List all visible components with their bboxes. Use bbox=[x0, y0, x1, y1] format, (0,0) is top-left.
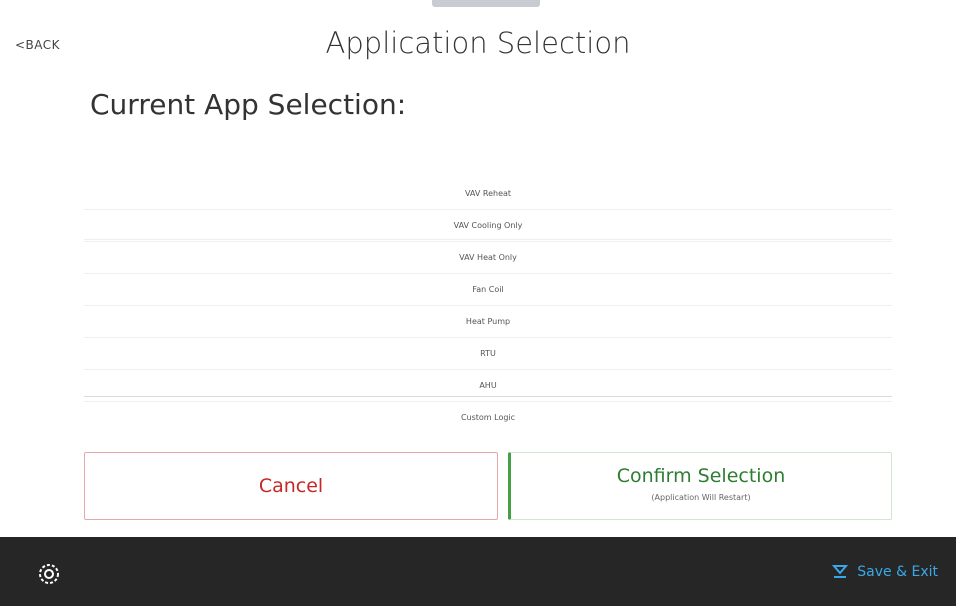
picker-item[interactable]: RTU bbox=[84, 338, 892, 370]
picker-item[interactable]: Heat Pump bbox=[84, 306, 892, 338]
picker-item[interactable]: VAV Heat Only bbox=[84, 242, 892, 274]
cancel-button[interactable]: Cancel bbox=[84, 452, 498, 520]
save-icon bbox=[832, 565, 849, 578]
confirm-sublabel: (Application Will Restart) bbox=[651, 493, 751, 502]
picker-item[interactable]: VAV Cooling Only bbox=[84, 210, 892, 242]
save-exit-label: Save & Exit bbox=[857, 564, 938, 580]
confirm-selection-button[interactable]: Confirm Selection (Application Will Rest… bbox=[508, 452, 892, 520]
section-title: Current App Selection: bbox=[90, 88, 407, 121]
picker-divider bbox=[84, 396, 892, 397]
app-selection-screen: <BACK Application Selection Current App … bbox=[0, 0, 956, 606]
picker-item[interactable]: Fan Coil bbox=[84, 274, 892, 306]
confirm-label: Confirm Selection bbox=[616, 465, 786, 487]
picker-divider bbox=[84, 239, 892, 240]
settings-gear-icon[interactable] bbox=[35, 560, 63, 588]
app-picker[interactable]: VAV Reheat VAV Cooling Only VAV Heat Onl… bbox=[84, 178, 892, 428]
page-title: Application Selection bbox=[325, 26, 631, 60]
cancel-label: Cancel bbox=[258, 475, 324, 497]
top-drag-handle[interactable] bbox=[432, 0, 540, 7]
picker-item[interactable]: AHU bbox=[84, 370, 892, 402]
picker-item[interactable]: VAV Reheat bbox=[84, 178, 892, 210]
picker-item[interactable]: Custom Logic bbox=[84, 402, 892, 428]
save-exit-button[interactable]: Save & Exit bbox=[831, 559, 938, 585]
bottom-bar: Save & Exit bbox=[0, 537, 956, 606]
